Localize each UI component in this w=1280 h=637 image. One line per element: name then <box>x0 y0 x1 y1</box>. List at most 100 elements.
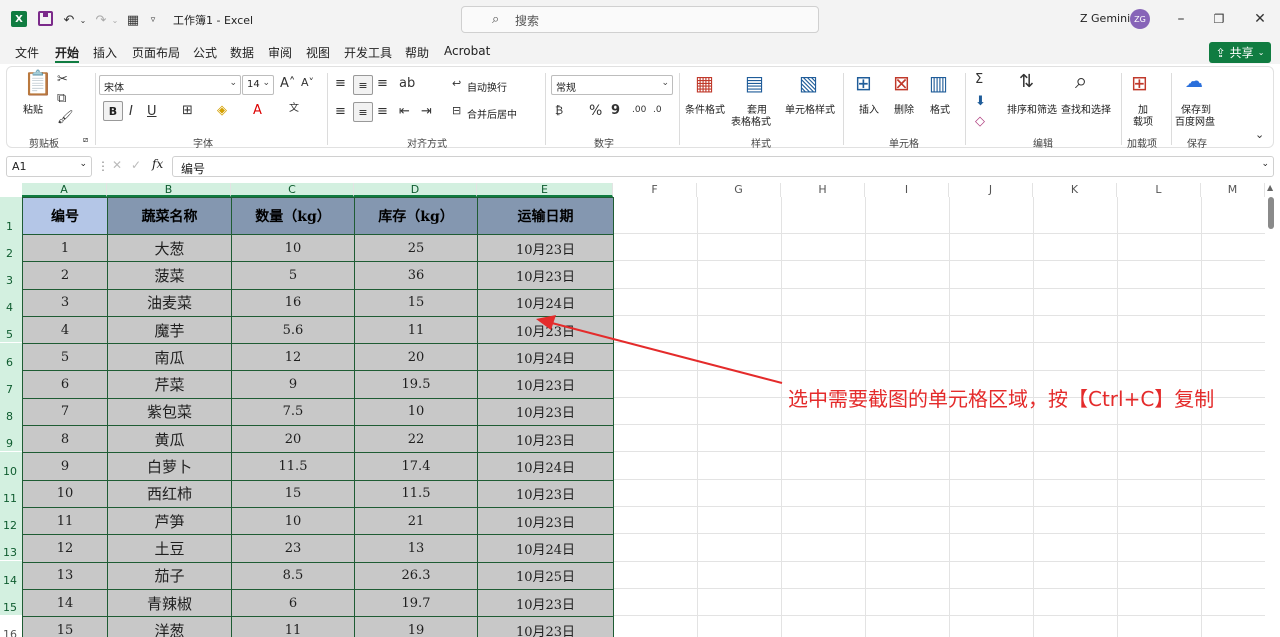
row-header[interactable]: 4 <box>0 288 22 315</box>
cell[interactable]: 23 <box>231 534 355 563</box>
header-cell[interactable]: 库存（kg） <box>354 197 478 235</box>
cell[interactable]: 2 <box>22 261 108 290</box>
add-ins-button-2[interactable]: 载项 <box>1133 113 1153 128</box>
paste-icon[interactable]: 📋 <box>23 71 53 95</box>
cell[interactable]: 15 <box>231 479 355 508</box>
cell[interactable]: 5 <box>231 261 355 290</box>
merge-center-button[interactable]: 合并后居中 <box>467 106 517 121</box>
cell[interactable]: 10月23日 <box>477 370 614 399</box>
wrap-text-icon[interactable]: ↩ <box>452 78 461 89</box>
cell[interactable]: 7.5 <box>231 397 355 427</box>
align-right-icon[interactable]: ≡ <box>377 105 388 118</box>
header-cell[interactable]: 数量（kg） <box>231 197 355 235</box>
borders-icon[interactable]: ⊞ <box>182 104 193 117</box>
cell[interactable]: 南瓜 <box>107 343 232 372</box>
decrease-decimal-icon[interactable]: .0 <box>653 106 662 115</box>
column-header-a[interactable]: A <box>22 183 107 197</box>
cell[interactable]: 11 <box>354 315 478 345</box>
cell[interactable]: 9 <box>22 452 108 481</box>
find-select-icon[interactable]: ⌕ <box>1075 71 1087 93</box>
cell[interactable]: 紫包菜 <box>107 397 232 427</box>
cell[interactable]: 10 <box>354 397 478 427</box>
decrease-indent-icon[interactable]: ⇤ <box>399 105 410 118</box>
cell[interactable]: 10月24日 <box>477 534 614 563</box>
percent-button[interactable]: % <box>589 104 602 118</box>
redo-dropdown-icon[interactable]: ⌄ <box>110 10 120 30</box>
name-box[interactable]: A1 ⌄ <box>6 156 92 177</box>
copy-icon[interactable]: ⧉ <box>57 92 66 105</box>
cell[interactable]: 10月23日 <box>477 261 614 290</box>
align-left-icon[interactable]: ≡ <box>335 105 346 118</box>
row-header[interactable]: 11 <box>0 479 22 506</box>
redo-icon[interactable]: ↷ <box>94 10 108 30</box>
row-header[interactable]: 14 <box>0 561 22 588</box>
cell[interactable]: 8 <box>22 425 108 454</box>
undo-icon[interactable]: ↶ <box>62 10 76 30</box>
format-as-table-icon[interactable]: ▤ <box>745 73 764 93</box>
cell[interactable]: 19 <box>354 616 478 637</box>
customize-toolbar-icon[interactable]: ▿ <box>147 10 159 30</box>
scrollbar-thumb[interactable] <box>1268 197 1274 229</box>
header-cell[interactable]: 蔬菜名称 <box>107 197 232 235</box>
tab-file[interactable]: 文件 <box>15 44 39 61</box>
undo-dropdown-icon[interactable]: ⌄ <box>78 10 88 30</box>
cell[interactable]: 15 <box>354 288 478 317</box>
cell[interactable]: 17.4 <box>354 452 478 481</box>
autosum-icon[interactable]: Σ <box>975 73 983 86</box>
cell[interactable]: 11.5 <box>354 479 478 508</box>
dialog-launcher-icon[interactable]: ⧄ <box>83 135 88 145</box>
cell[interactable]: 20 <box>231 425 355 454</box>
cell[interactable]: 10 <box>231 506 355 536</box>
wrap-text-button[interactable]: 自动换行 <box>467 79 507 94</box>
cell[interactable]: 12 <box>231 343 355 372</box>
cell[interactable]: 芦笋 <box>107 506 232 536</box>
row-header[interactable]: 2 <box>0 234 22 261</box>
cell[interactable]: 10月24日 <box>477 343 614 372</box>
add-ins-icon[interactable]: ⊞ <box>1131 73 1148 93</box>
insert-cells-icon[interactable]: ⊞ <box>855 73 872 93</box>
phonetic-icon[interactable]: 文 <box>289 104 299 114</box>
row-header[interactable]: 5 <box>0 315 22 342</box>
cell[interactable]: 16 <box>231 288 355 317</box>
tab-help[interactable]: 帮助 <box>405 44 429 61</box>
cell[interactable]: 21 <box>354 506 478 536</box>
column-header-f[interactable]: F <box>613 183 697 197</box>
cell[interactable]: 15 <box>22 616 108 637</box>
baidu-cloud-icon[interactable]: ☁ <box>1185 73 1203 91</box>
cell[interactable]: 6 <box>231 588 355 618</box>
cell[interactable]: 9 <box>231 370 355 399</box>
tab-acrobat[interactable]: Acrobat <box>444 44 490 58</box>
save-to-cloud-button-2[interactable]: 百度网盘 <box>1175 113 1215 128</box>
fill-color-icon[interactable]: ◈ <box>217 104 227 117</box>
tab-developer[interactable]: 开发工具 <box>344 44 392 61</box>
cell[interactable]: 11.5 <box>231 452 355 481</box>
column-header-b[interactable]: B <box>107 183 231 197</box>
form-icon[interactable]: ▦ <box>125 10 141 30</box>
fill-icon[interactable]: ⬇ <box>975 95 986 108</box>
row-header[interactable]: 6 <box>0 343 22 370</box>
tab-review[interactable]: 审阅 <box>268 44 292 61</box>
cell[interactable]: 油麦菜 <box>107 288 232 317</box>
currency-icon[interactable]: ₿ <box>555 105 563 116</box>
column-header-g[interactable]: G <box>697 183 781 197</box>
cell[interactable]: 芹菜 <box>107 370 232 399</box>
close-icon[interactable]: ✕ <box>1250 9 1270 29</box>
comma-button[interactable]: 9 <box>611 104 620 117</box>
number-format-select[interactable]: 常规 ⌄ <box>551 75 673 95</box>
row-header[interactable]: 10 <box>0 452 22 479</box>
increase-decimal-icon[interactable]: .00 <box>632 106 646 115</box>
insert-cells-button[interactable]: 插入 <box>859 101 879 116</box>
cell[interactable]: 10月23日 <box>477 233 614 263</box>
cell[interactable]: 5.6 <box>231 315 355 345</box>
cell[interactable]: 12 <box>22 534 108 563</box>
insert-function-icon[interactable]: fx <box>152 157 163 171</box>
align-top-icon[interactable]: ≡ <box>335 77 346 90</box>
cell[interactable]: 26.3 <box>354 561 478 590</box>
header-cell[interactable]: 编号 <box>22 197 108 235</box>
column-header-j[interactable]: J <box>949 183 1033 197</box>
cell[interactable]: 36 <box>354 261 478 290</box>
column-header-m[interactable]: M <box>1201 183 1265 197</box>
formula-input[interactable]: 编号 ⌄ <box>172 156 1274 177</box>
cell[interactable]: 20 <box>354 343 478 372</box>
share-button[interactable]: ⇪ 共享 ⌄ <box>1209 42 1271 63</box>
